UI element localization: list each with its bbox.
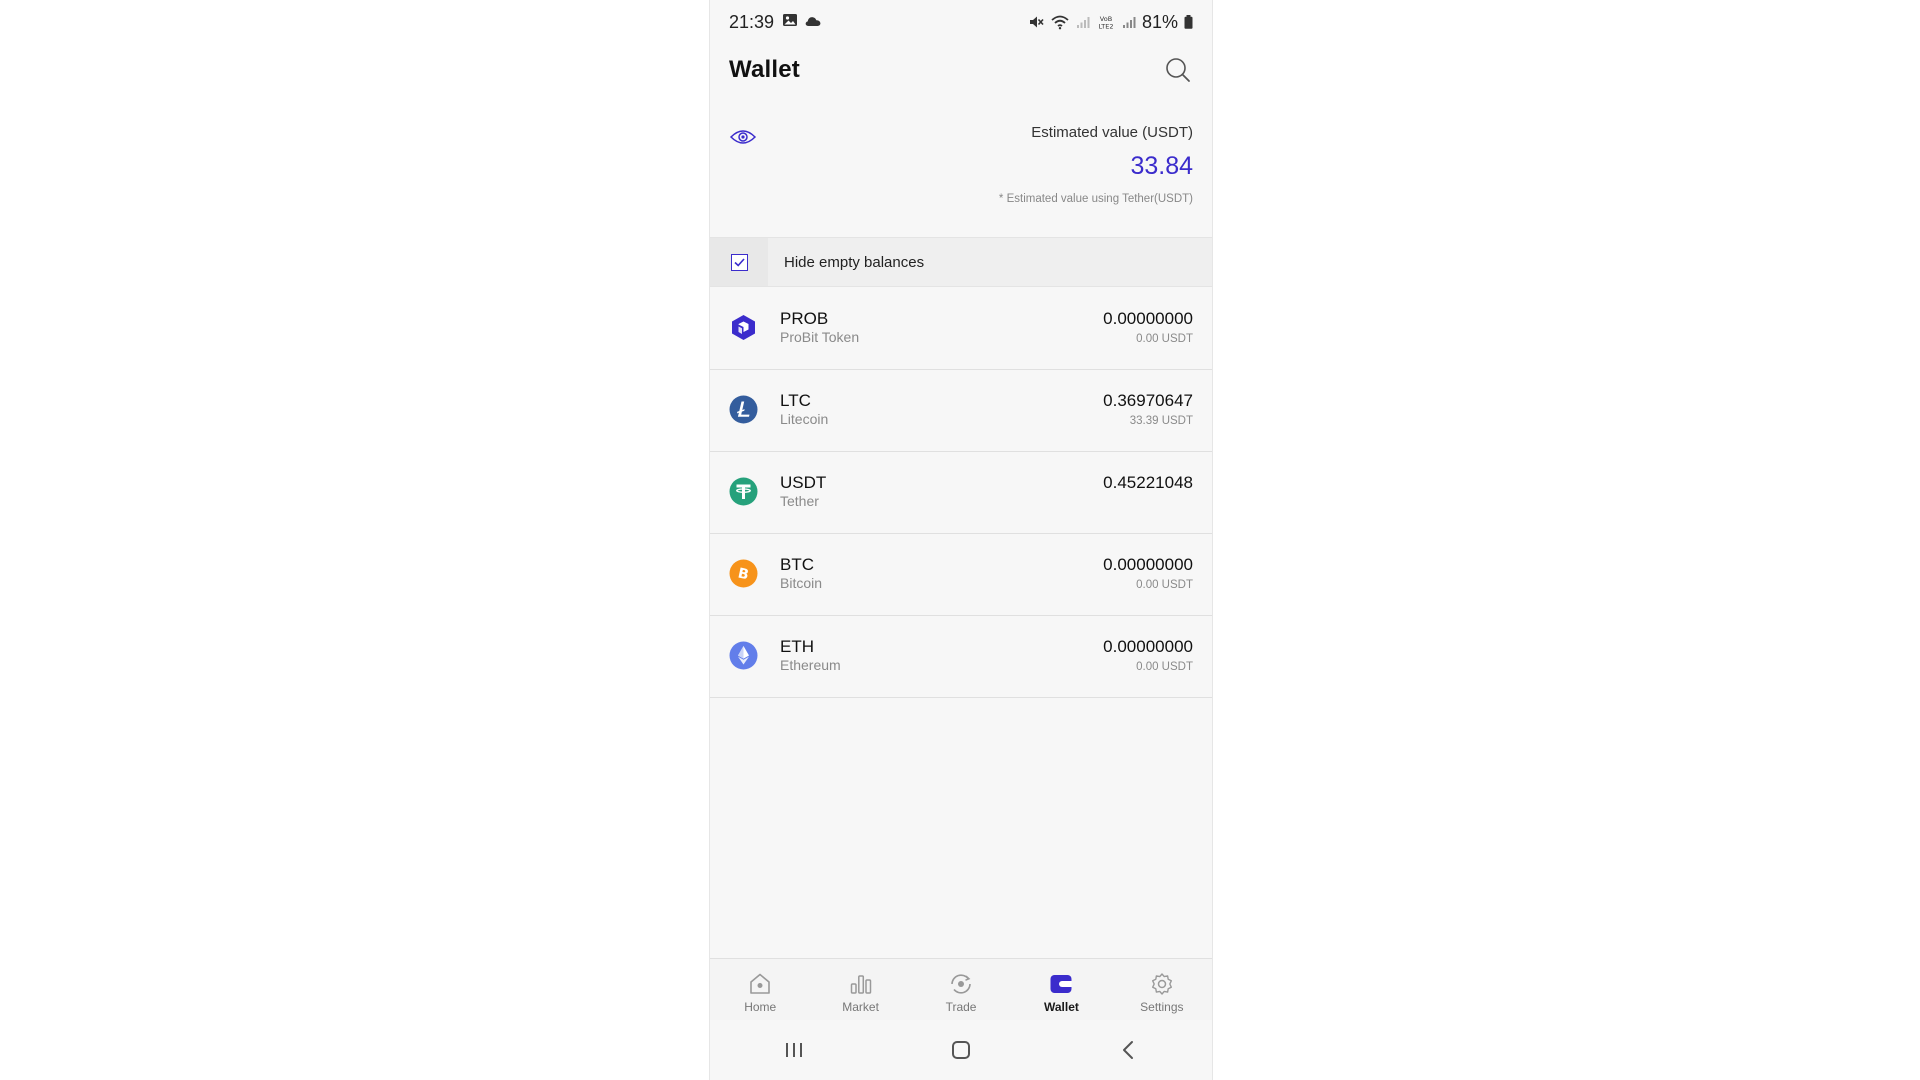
mute-icon xyxy=(1028,14,1044,30)
svg-text:LTE2: LTE2 xyxy=(1098,23,1113,31)
nav-home[interactable]: Home xyxy=(710,959,810,1020)
coin-symbol: ETH xyxy=(780,637,814,656)
nav-wallet[interactable]: Wallet xyxy=(1011,959,1111,1020)
estimated-value-label: Estimated value (USDT) xyxy=(1031,124,1193,141)
asset-list: PROB ProBit Token 0.00000000 0.00 USDT L… xyxy=(710,288,1212,698)
signal-icon xyxy=(1122,15,1136,29)
hide-empty-balances-row: Hide empty balances xyxy=(710,237,1212,287)
signal-icon xyxy=(1076,15,1090,29)
coin-usdt-value: 0.00 USDT xyxy=(1136,661,1193,673)
coin-name: Litecoin xyxy=(780,411,829,427)
checkbox-box xyxy=(730,253,748,271)
coin-amount: 0.45221048 xyxy=(1103,473,1193,492)
asset-row-ltc[interactable]: LTC Litecoin 0.36970647 33.39 USDT xyxy=(710,370,1212,452)
page-title: Wallet xyxy=(729,56,800,83)
nav-label: Market xyxy=(842,1000,879,1014)
asset-row-eth[interactable]: ETH Ethereum 0.00000000 0.00 USDT xyxy=(710,616,1212,698)
nav-label: Trade xyxy=(945,1000,977,1014)
status-icons: VoB LTE2 81% xyxy=(1028,12,1193,33)
check-icon xyxy=(733,257,745,267)
asset-row-btc[interactable]: B BTC Bitcoin 0.00000000 0.00 USDT xyxy=(710,534,1212,616)
status-bar: 21:39 VoB LTE2 81% xyxy=(710,0,1212,44)
coin-symbol: USDT xyxy=(780,473,827,492)
estimated-value-note: * Estimated value using Tether(USDT) xyxy=(998,193,1193,205)
ethereum-icon xyxy=(729,641,758,670)
coin-usdt-value: 0.00 USDT xyxy=(1136,579,1193,591)
estimated-value-card: Estimated value (USDT) 33.84 * Estimated… xyxy=(710,110,1212,225)
nav-trade[interactable]: Trade xyxy=(911,959,1011,1020)
bottom-nav: Home Market Trade Wallet Settings xyxy=(710,958,1212,1020)
asset-row-usdt[interactable]: USDT Tether 0.45221048 xyxy=(710,452,1212,534)
wifi-icon xyxy=(1050,14,1070,30)
system-nav-bar xyxy=(710,1020,1212,1080)
coin-symbol: PROB xyxy=(780,309,829,328)
search-icon[interactable] xyxy=(1163,55,1193,85)
eye-icon[interactable] xyxy=(729,127,757,147)
market-icon xyxy=(850,975,871,994)
image-icon xyxy=(782,12,798,33)
asset-row-prob[interactable]: PROB ProBit Token 0.00000000 0.00 USDT xyxy=(710,288,1212,370)
hide-empty-label[interactable]: Hide empty balances xyxy=(784,254,924,271)
nav-settings[interactable]: Settings xyxy=(1112,959,1212,1020)
phone-screen: 21:39 VoB LTE2 81% Wallet Estimated valu… xyxy=(709,0,1213,1080)
back-icon[interactable] xyxy=(1098,1030,1158,1070)
home-icon xyxy=(750,973,771,994)
coin-amount: 0.00000000 xyxy=(1103,555,1193,574)
tether-icon xyxy=(729,477,758,506)
coin-amount: 0.36970647 xyxy=(1103,391,1193,410)
volte-icon: VoB LTE2 xyxy=(1096,14,1116,30)
coin-name: Ethereum xyxy=(780,657,841,673)
coin-symbol: LTC xyxy=(780,391,811,410)
nav-label: Wallet xyxy=(1043,1000,1079,1014)
recents-icon[interactable] xyxy=(764,1030,824,1070)
coin-name: Tether xyxy=(780,493,819,509)
page-header: Wallet xyxy=(710,44,1212,96)
coin-usdt-value: 0.00 USDT xyxy=(1136,333,1193,345)
probit-icon xyxy=(729,313,758,342)
home-button-icon[interactable] xyxy=(931,1030,991,1070)
coin-usdt-value: 33.39 USDT xyxy=(1129,415,1193,427)
trade-icon xyxy=(951,974,971,994)
battery-percent: 81% xyxy=(1141,11,1178,32)
settings-icon xyxy=(1151,973,1172,995)
wallet-icon xyxy=(1050,975,1072,993)
coin-symbol: BTC xyxy=(780,555,814,574)
status-time: 21:39 xyxy=(729,11,775,32)
bitcoin-icon: B xyxy=(729,559,758,588)
battery-icon xyxy=(1184,15,1193,29)
nav-market[interactable]: Market xyxy=(810,959,910,1020)
coin-amount: 0.00000000 xyxy=(1103,309,1193,328)
coin-amount: 0.00000000 xyxy=(1103,637,1193,656)
nav-label: Home xyxy=(744,1000,777,1014)
litecoin-icon xyxy=(729,395,758,424)
nav-label: Settings xyxy=(1140,1000,1184,1014)
estimated-value-amount: 33.84 xyxy=(1130,152,1193,180)
coin-name: ProBit Token xyxy=(780,329,860,345)
coin-name: Bitcoin xyxy=(780,575,823,591)
hide-empty-checkbox[interactable] xyxy=(710,238,768,286)
cloud-icon xyxy=(804,12,822,33)
